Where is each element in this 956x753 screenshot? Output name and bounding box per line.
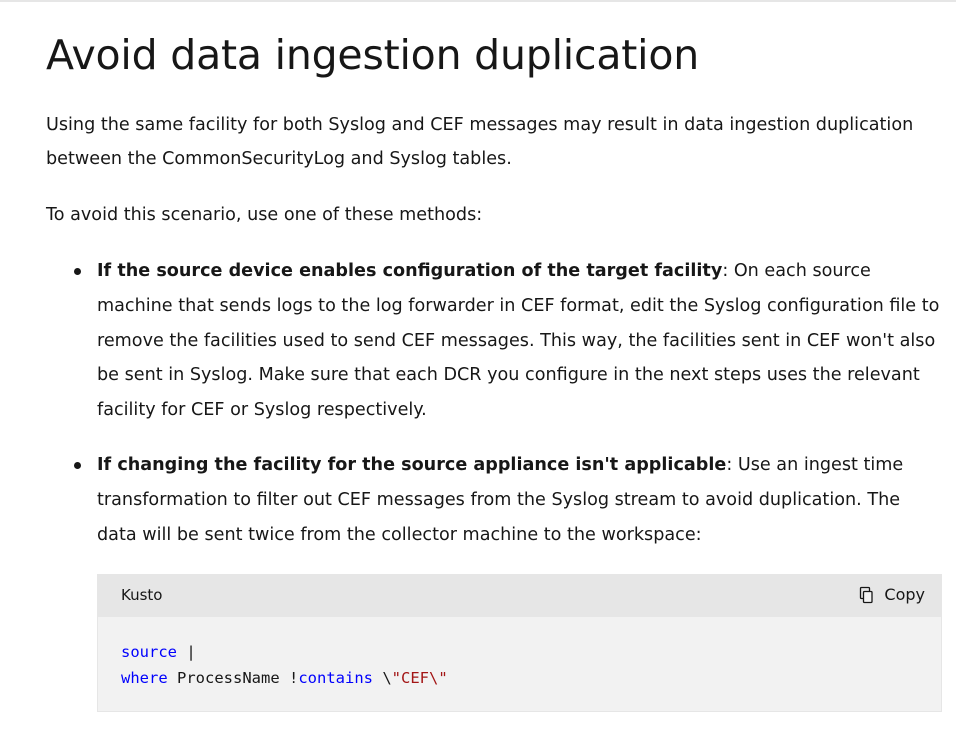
top-divider	[0, 0, 956, 2]
code-text: ProcessName !	[167, 669, 299, 688]
code-content[interactable]: source | where ProcessName !contains \"C…	[98, 617, 941, 711]
article-content: Avoid data ingestion duplication Using t…	[46, 26, 942, 713]
list-item: If changing the facility for the source …	[46, 448, 941, 552]
code-operator: contains	[298, 669, 373, 688]
method-title: If changing the facility for the source …	[97, 454, 727, 475]
method-description: : On each source machine that sends logs…	[97, 261, 940, 421]
bullet-icon	[74, 268, 81, 275]
method-title: If the source device enables configurati…	[97, 261, 723, 281]
code-header: Kusto Copy	[98, 575, 941, 618]
bullet-icon	[74, 461, 81, 469]
code-string: "CEF\"	[391, 669, 448, 688]
code-language-label: Kusto	[121, 586, 163, 605]
copy-icon	[860, 586, 874, 604]
intro-paragraph: Using the same facility for both Syslog …	[46, 115, 914, 169]
code-block: Kusto Copy source | where ProcessName !c…	[97, 574, 942, 713]
copy-label: Copy	[884, 585, 925, 605]
code-keyword: where	[121, 669, 168, 688]
code-keyword: source	[121, 643, 177, 662]
code-text: \	[372, 669, 392, 688]
methods-list: If the source device enables configurati…	[46, 254, 941, 552]
code-text: |	[177, 643, 196, 662]
page-title: Avoid data ingestion duplication	[46, 31, 700, 79]
copy-button[interactable]: Copy	[858, 585, 925, 604]
methods-intro-paragraph: To avoid this scenario, use one of these…	[46, 205, 483, 225]
list-item: If the source device enables configurati…	[46, 254, 941, 428]
